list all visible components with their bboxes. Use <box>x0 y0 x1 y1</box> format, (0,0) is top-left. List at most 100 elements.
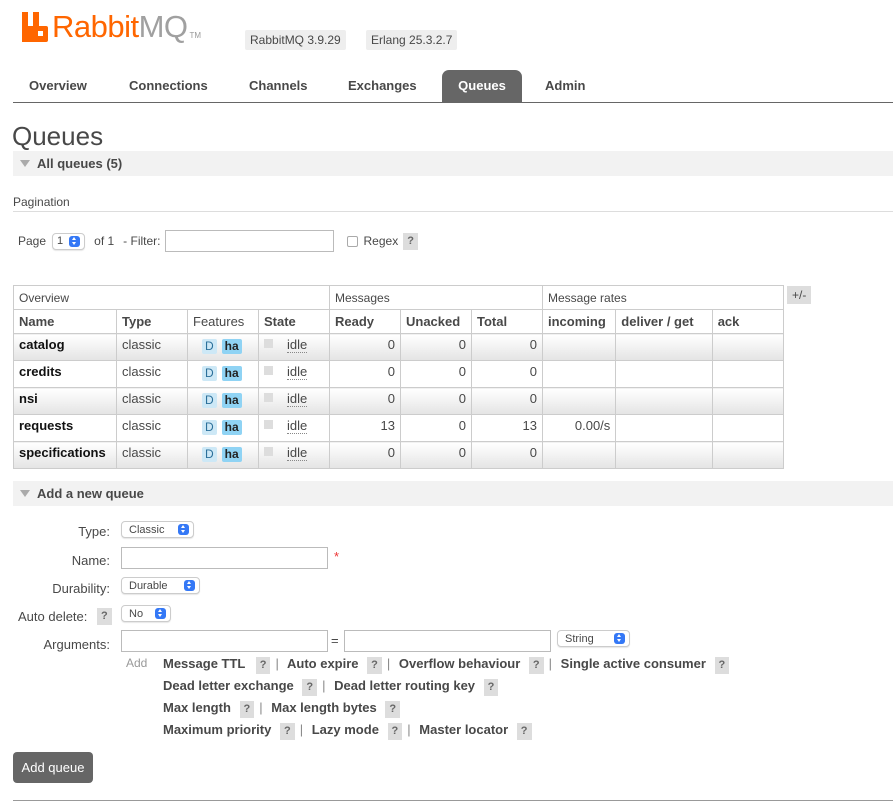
filter-input[interactable] <box>164 230 334 252</box>
ready-count: 13 <box>329 414 401 442</box>
column-header-type[interactable]: Type <box>116 309 188 334</box>
policy-badge[interactable]: ha <box>221 339 242 354</box>
column-header-incoming[interactable]: incoming <box>541 309 617 334</box>
tab-overview[interactable]: Overview <box>13 70 103 102</box>
column-header-ack[interactable]: ack <box>711 309 785 334</box>
queue-name-link[interactable]: specifications <box>13 441 117 469</box>
tab-channels[interactable]: Channels <box>233 70 324 102</box>
column-header-ready[interactable]: Ready <box>329 309 401 334</box>
add-queue-button[interactable]: Add queue <box>13 752 93 783</box>
policy-badge[interactable]: ha <box>221 420 242 435</box>
incoming-rate <box>541 441 617 469</box>
group-header-message-rates: Message rates <box>542 285 784 310</box>
incoming-rate <box>541 360 617 388</box>
durability-label: Durability: <box>52 581 110 596</box>
queue-name-input[interactable] <box>121 547 328 569</box>
auto-delete-help-button[interactable]: ? <box>97 608 112 625</box>
help-button[interactable]: ? <box>714 657 730 674</box>
help-button[interactable]: ? <box>385 701 401 718</box>
help-button[interactable]: ? <box>483 679 499 696</box>
column-header-name[interactable]: Name <box>13 309 117 334</box>
deliver-get-rate <box>615 441 713 469</box>
tab-admin[interactable]: Admin <box>529 70 601 102</box>
incoming-rate <box>541 333 617 361</box>
all-queues-title: All queues (5) <box>37 156 123 171</box>
help-button[interactable]: ? <box>516 723 532 740</box>
page-select[interactable]: 1 <box>52 232 86 250</box>
help-button[interactable]: ? <box>387 723 403 740</box>
ack-rate <box>711 360 785 388</box>
divider <box>13 211 893 212</box>
queue-type: classic <box>116 441 188 469</box>
arg-link-dead-letter-routing-key[interactable]: Dead letter routing key <box>334 678 475 693</box>
select-arrows-icon <box>178 524 190 535</box>
help-button[interactable]: ? <box>302 679 318 696</box>
arg-link-message-ttl[interactable]: Message TTL <box>163 656 245 671</box>
durability-select[interactable]: Durable <box>121 577 200 594</box>
rabbitmq-version-badge: RabbitMQ 3.9.29 <box>245 30 346 50</box>
queue-features: Dha <box>187 387 259 415</box>
policy-badge[interactable]: ha <box>221 447 242 462</box>
table-row: requests classic Dha idle 13 0 13 0.00/s <box>13 414 785 442</box>
arg-link-maximum-priority[interactable]: Maximum priority <box>163 722 271 737</box>
help-button[interactable]: ? <box>528 657 544 674</box>
argument-links-row-3: Max length ? | Max length bytes ? <box>163 700 401 718</box>
divider <box>13 800 893 801</box>
arg-link-dead-letter-exchange[interactable]: Dead letter exchange <box>163 678 294 693</box>
durable-badge[interactable]: D <box>202 339 217 354</box>
queue-type-select[interactable]: Classic <box>121 521 195 538</box>
argument-type-select[interactable]: String <box>557 630 630 647</box>
state-indicator-icon <box>264 420 273 429</box>
column-header-total[interactable]: Total <box>471 309 543 334</box>
arg-link-max-length-bytes[interactable]: Max length bytes <box>271 700 376 715</box>
regex-help-button[interactable]: ? <box>403 232 418 250</box>
policy-badge[interactable]: ha <box>221 366 242 381</box>
policy-badge[interactable]: ha <box>221 393 242 408</box>
durable-badge[interactable]: D <box>202 393 217 408</box>
help-button[interactable]: ? <box>255 657 271 674</box>
column-header-deliver-get[interactable]: deliver / get <box>615 309 713 334</box>
tab-queues[interactable]: Queues <box>442 70 522 102</box>
tab-exchanges[interactable]: Exchanges <box>332 70 433 102</box>
ack-rate <box>711 441 785 469</box>
select-arrows-icon <box>613 633 625 644</box>
column-options-button[interactable]: +/- <box>787 286 812 304</box>
queue-name-link[interactable]: requests <box>13 414 117 442</box>
argument-key-input[interactable] <box>121 630 328 652</box>
equals-sign: = <box>331 633 339 648</box>
column-header-state[interactable]: State <box>258 309 330 334</box>
all-queues-section-toggle[interactable]: All queues (5) <box>13 151 893 176</box>
ready-count: 0 <box>329 333 401 361</box>
durable-badge[interactable]: D <box>202 447 217 462</box>
arg-link-overflow-behaviour[interactable]: Overflow behaviour <box>399 656 520 671</box>
add-queue-title: Add a new queue <box>37 486 144 501</box>
ready-count: 0 <box>329 360 401 388</box>
add-queue-section-toggle[interactable]: Add a new queue <box>13 481 893 506</box>
unacked-count: 0 <box>400 387 472 415</box>
regex-checkbox[interactable] <box>346 235 358 247</box>
collapse-triangle-icon <box>20 490 30 497</box>
arg-link-max-length[interactable]: Max length <box>163 700 231 715</box>
tab-connections[interactable]: Connections <box>113 70 224 102</box>
auto-delete-select[interactable]: No <box>121 605 172 622</box>
durable-badge[interactable]: D <box>202 366 217 381</box>
add-argument-button[interactable]: Add <box>126 656 147 670</box>
help-button[interactable]: ? <box>279 723 295 740</box>
deliver-get-rate <box>615 360 713 388</box>
argument-value-input[interactable] <box>344 630 551 652</box>
unacked-count: 0 <box>400 441 472 469</box>
required-marker: * <box>334 549 340 564</box>
arg-link-master-locator[interactable]: Master locator <box>419 722 508 737</box>
queue-name-link[interactable]: catalog <box>13 333 117 361</box>
arg-link-auto-expire[interactable]: Auto expire <box>287 656 359 671</box>
pagination-label: Pagination <box>13 195 70 209</box>
arg-link-single-active-consumer[interactable]: Single active consumer <box>561 656 706 671</box>
queue-name-link[interactable]: nsi <box>13 387 117 415</box>
queue-name-link[interactable]: credits <box>13 360 117 388</box>
durable-badge[interactable]: D <box>202 420 217 435</box>
arg-link-lazy-mode[interactable]: Lazy mode <box>312 722 379 737</box>
column-header-unacked[interactable]: Unacked <box>400 309 472 334</box>
help-button[interactable]: ? <box>367 657 382 674</box>
help-button[interactable]: ? <box>239 701 255 718</box>
select-arrows-icon <box>155 608 167 619</box>
